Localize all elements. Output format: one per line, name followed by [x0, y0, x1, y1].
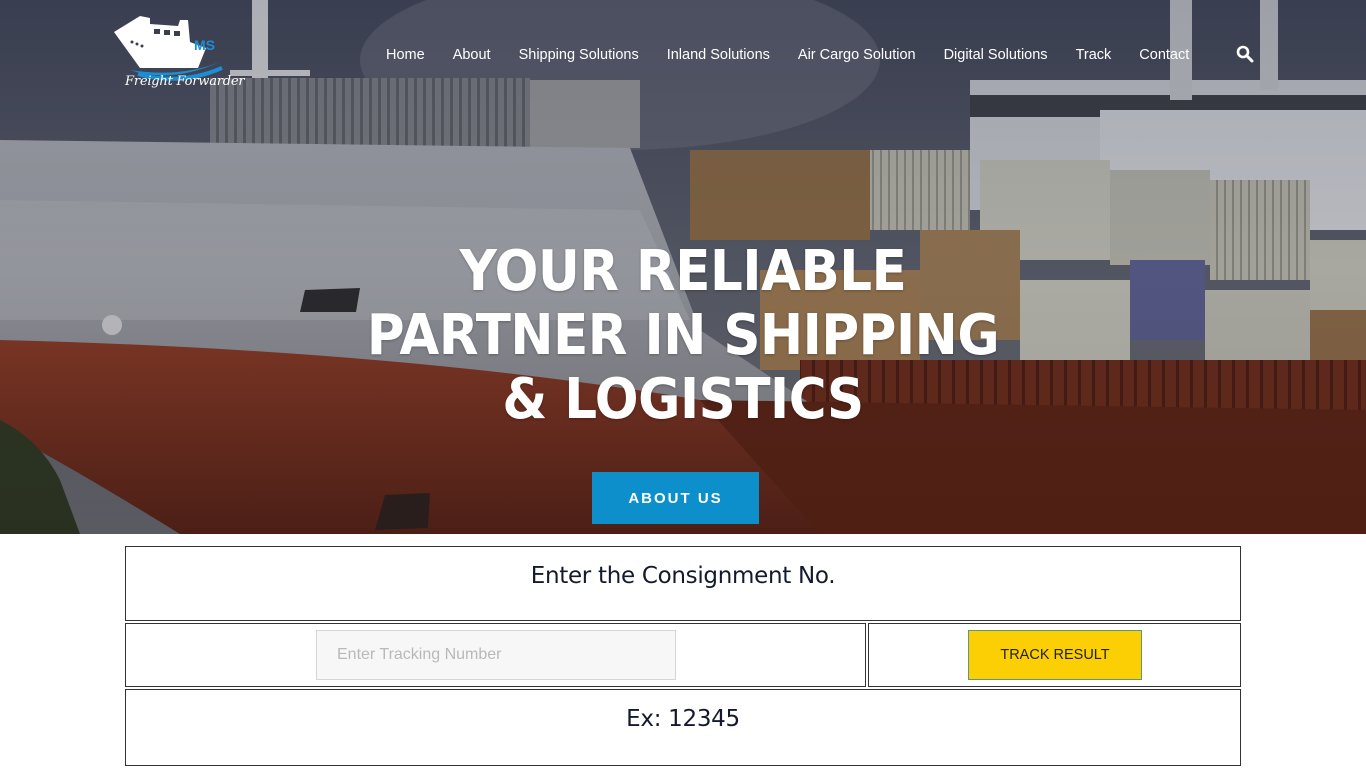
headline-line-3: & LOGISTICS: [502, 367, 864, 432]
hero-section: MS Freight Forwarder Home About Shipping…: [0, 0, 1366, 534]
headline-line-2: PARTNER IN SHIPPING: [366, 303, 1000, 368]
nav-item-digital-solutions[interactable]: Digital Solutions: [944, 47, 1048, 63]
headline-line-1: YOUR RELIABLE: [459, 239, 907, 304]
svg-text:MS: MS: [194, 37, 215, 53]
consignment-title: Enter the Consignment No.: [530, 563, 836, 589]
search-icon[interactable]: [1236, 45, 1254, 63]
nav-item-inland-solutions[interactable]: Inland Solutions: [667, 47, 770, 63]
logo-text: Freight Forwarder: [125, 74, 245, 89]
nav-item-track[interactable]: Track: [1076, 47, 1112, 63]
ship-logo-icon: MS: [114, 16, 223, 81]
nav-item-air-cargo-solution[interactable]: Air Cargo Solution: [798, 47, 916, 63]
nav-item-about[interactable]: About: [453, 47, 491, 63]
nav-item-shipping-solutions[interactable]: Shipping Solutions: [519, 47, 639, 63]
track-result-button[interactable]: TRACK RESULT: [968, 630, 1142, 680]
tracking-input-cell: [125, 623, 866, 687]
example-cell: Ex: 12345: [125, 689, 1241, 766]
example-text: Ex: 12345: [626, 706, 740, 732]
track-button-cell: TRACK RESULT: [868, 623, 1241, 687]
hero-headline: YOUR RELIABLE PARTNER IN SHIPPING & LOGI…: [312, 240, 1054, 432]
consignment-title-cell: Enter the Consignment No.: [125, 546, 1241, 621]
main-nav: Home About Shipping Solutions Inland Sol…: [386, 44, 1217, 66]
tracking-number-input[interactable]: [316, 630, 676, 680]
site-logo[interactable]: MS Freight Forwarder: [110, 12, 245, 96]
nav-item-contact[interactable]: Contact: [1139, 47, 1189, 63]
about-us-button[interactable]: ABOUT US: [592, 472, 759, 524]
nav-item-home[interactable]: Home: [386, 47, 425, 63]
